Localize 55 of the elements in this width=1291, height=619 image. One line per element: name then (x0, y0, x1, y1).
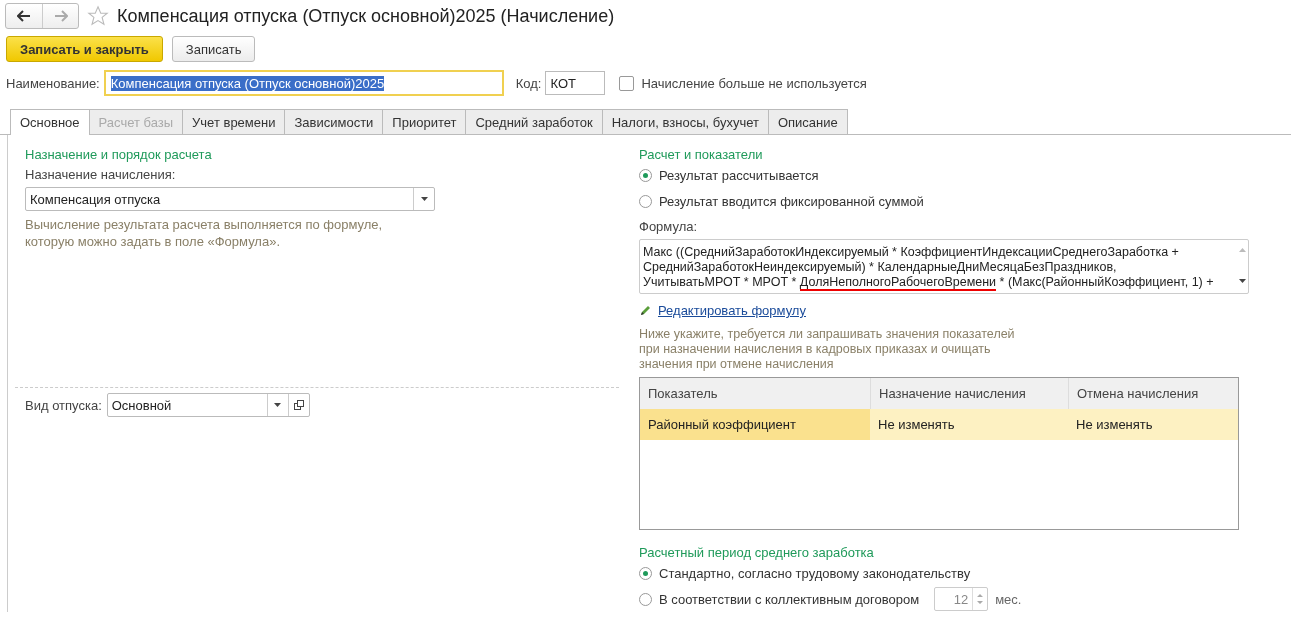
unit-label: мес. (995, 591, 1022, 607)
name-field[interactable]: Компенсация отпуска (Отпуск основной)2025 (103, 70, 504, 96)
pencil-icon (639, 304, 652, 317)
caret-icon (420, 197, 428, 201)
tab[interactable]: Учет времени (182, 109, 286, 134)
open-window-icon[interactable] (293, 400, 304, 410)
name-label: Наименование: (6, 75, 100, 91)
tab[interactable]: Средний заработок (465, 109, 603, 134)
right-arrow-icon (53, 10, 68, 22)
table-cell-text: Не изменять (1075, 416, 1154, 434)
formula-text: Макс ((СреднийЗаработокИндексируемый * КоэффициентИндексацииСреднегоЗаработка + (643, 245, 1179, 259)
table-row[interactable]: Районный коэффициент Не изменять Не изменять (640, 409, 1238, 440)
save-button[interactable]: Записать (171, 36, 256, 62)
tab[interactable]: Описание (767, 109, 848, 134)
section-title: Расчет и показатели (639, 147, 764, 162)
spin-arrows-icon[interactable] (977, 593, 984, 605)
field-label: Назначение начисления: (25, 167, 177, 182)
tab[interactable]: Приоритет (382, 109, 467, 134)
save-and-close-button[interactable]: Записать и закрыть (6, 36, 163, 62)
code-field[interactable]: КОТ (545, 71, 606, 95)
table-cell-text: Не изменять (877, 416, 956, 434)
underlined-formula-text: ДоляНеполногоРабочегоВремени (799, 275, 997, 291)
code-label: Код: (515, 75, 542, 91)
purpose-dropdown[interactable]: Компенсация отпуска (25, 187, 435, 211)
window-title: Компенсация отпуска (Отпуск основной)2025 (Начисление) (117, 5, 615, 27)
hint-text: Ниже укажите, требуется ли запрашивать значения показателей при назначении начисления в кадровых приказах и очищать значения при отмене начисления (639, 327, 1016, 372)
left-arrow-icon (17, 10, 31, 22)
star-icon[interactable] (87, 5, 109, 27)
radio-label: Результат вводится фиксированной суммой (659, 193, 924, 209)
tab[interactable]: Зависимости (284, 109, 384, 134)
caret-icon (274, 403, 282, 407)
table-cell: Районный коэффициент (640, 409, 870, 440)
tab[interactable]: Налоги, взносы, бухучет (601, 109, 769, 134)
checkbox-label: Начисление больше не используется (641, 75, 867, 91)
formula-text: СреднийЗаработокНеиндексируемый) * КалендарныеДниМесяцаБезПраздников, (643, 260, 1117, 274)
name-value: Компенсация отпуска (Отпуск основной)2025 (110, 75, 385, 91)
field-label: Вид отпуска: (25, 397, 102, 413)
edit-formula-link[interactable]: Редактировать формулу (658, 303, 806, 318)
radio-label: В соответствии с коллективным договором (659, 591, 920, 607)
formula-text: УчитыватьМРОТ * МРОТ * (643, 275, 798, 289)
radio-label: Стандартно, согласно трудовому законодательству (659, 565, 971, 581)
tab[interactable]: Основное (10, 109, 90, 135)
radio-label: Результат рассчитывается (659, 167, 819, 183)
months-spin-field[interactable]: 12 (934, 587, 989, 611)
hint-text: Вычисление результата расчета выполняется по формуле, которую можно задать в поле «Формула». (25, 216, 384, 250)
formula-field[interactable] (639, 239, 1249, 294)
leave-type-dropdown[interactable]: Основной (106, 393, 310, 417)
formula-text: * (Макс(РайонныйКоэффициент, 1) + (998, 275, 1214, 289)
scroll-down-icon[interactable] (1238, 279, 1246, 283)
checkbox[interactable] (619, 75, 635, 91)
section-title: Назначение и порядок расчета (25, 147, 213, 162)
column-header[interactable]: Показатель (640, 378, 870, 409)
field-label: Формула: (639, 219, 699, 234)
section-title: Расчетный период среднего заработка (639, 545, 875, 560)
scroll-up-icon[interactable] (1238, 248, 1246, 252)
